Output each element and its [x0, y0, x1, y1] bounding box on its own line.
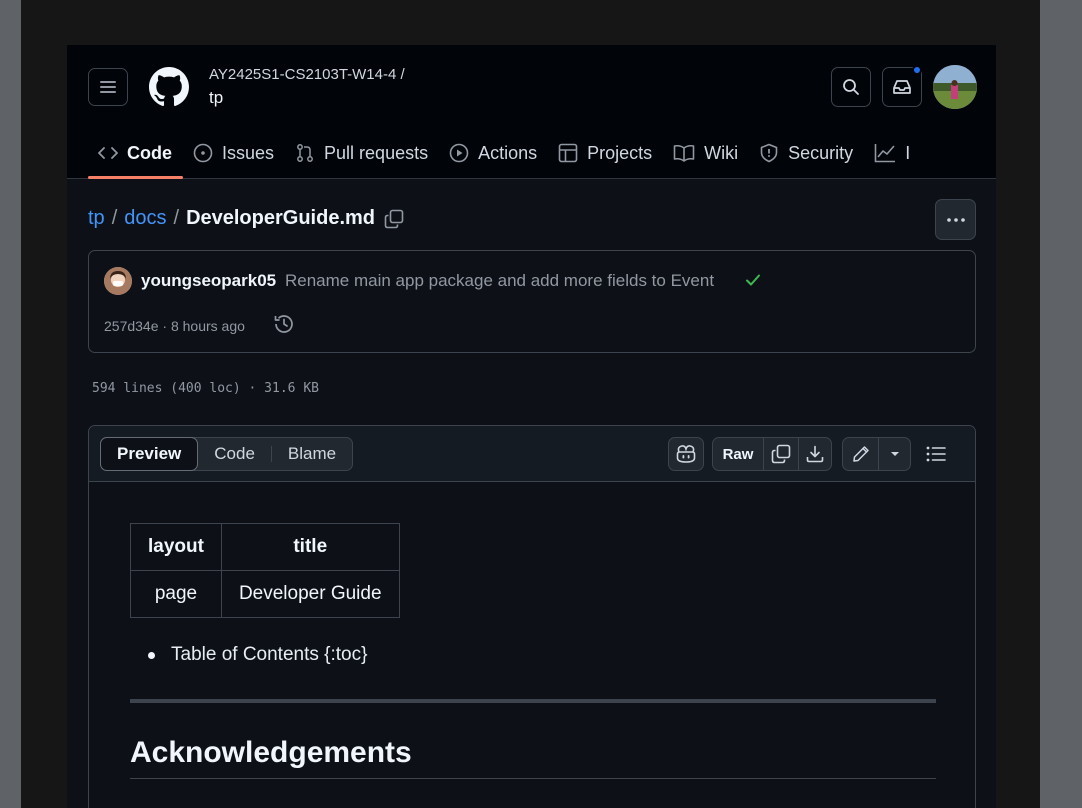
tab-projects-label: Projects: [587, 142, 653, 163]
preview-mode-button[interactable]: Preview: [100, 436, 199, 471]
table-icon: [558, 143, 578, 163]
copy-raw-button[interactable]: [763, 438, 798, 470]
copilot-icon: [676, 445, 696, 463]
front-matter-table: layout title page Developer Guide: [130, 523, 400, 618]
table-header-cell: layout: [130, 523, 222, 571]
left-edge: [0, 0, 21, 808]
copy-icon: [771, 444, 791, 464]
pull-request-icon: [297, 144, 313, 162]
raw-copy-download-group: Raw: [712, 437, 832, 471]
inbox-icon: [893, 80, 911, 94]
edit-dropdown-button[interactable]: [878, 438, 910, 470]
table-cell: page: [130, 570, 222, 618]
copy-path-icon[interactable]: [384, 209, 404, 229]
tab-insights[interactable]: I: [864, 127, 921, 179]
shield-icon: [760, 143, 778, 163]
file-toolbar: Preview Code Blame Raw: [89, 426, 975, 482]
breadcrumb-filename: DeveloperGuide.md: [186, 207, 375, 229]
breadcrumb-folder-link[interactable]: docs: [124, 207, 166, 230]
download-button[interactable]: [798, 438, 831, 470]
play-icon: [449, 143, 469, 163]
tab-insights-label: I: [905, 142, 911, 163]
tab-code[interactable]: Code: [88, 127, 183, 179]
pencil-icon: [852, 446, 869, 462]
markdown-body: layout title page Developer Guide Table …: [130, 523, 936, 779]
copilot-cell: [669, 438, 703, 470]
search-icon: [843, 79, 859, 95]
table-cell: Developer Guide: [220, 570, 400, 618]
author-photo-icon: [104, 267, 132, 295]
repo-owner-link[interactable]: AY2425S1-CS2103T-W14-4 /: [209, 66, 405, 83]
raw-button[interactable]: Raw: [713, 438, 763, 470]
outline-button[interactable]: [925, 444, 947, 469]
breadcrumb-repo-link[interactable]: tp: [88, 207, 105, 230]
toc-item-text: Table of Contents {:toc}: [171, 644, 368, 665]
tab-projects[interactable]: Projects: [548, 127, 663, 179]
latest-commit-box: youngseopark05 Rename main app package a…: [88, 250, 976, 353]
tab-pull-requests-label: Pull requests: [324, 142, 429, 163]
commit-sha-and-time[interactable]: 257d34e · 8 hours ago: [104, 318, 245, 334]
tab-issues[interactable]: Issues: [183, 127, 285, 179]
code-mode-button[interactable]: Code: [198, 437, 271, 471]
github-logo-icon[interactable]: [149, 67, 189, 107]
list-unordered-icon: [926, 446, 946, 462]
blame-mode-button[interactable]: Blame: [272, 437, 352, 471]
triangle-down-icon: [890, 452, 899, 456]
edit-group: [842, 437, 911, 471]
list-item: Table of Contents {:toc}: [148, 644, 936, 666]
commit-author-link[interactable]: youngseopark05: [141, 271, 276, 291]
tab-wiki[interactable]: Wiki: [663, 127, 749, 179]
tab-code-label: Code: [127, 142, 172, 163]
repo-nav-tabs: Code Issues Pull requests Actions Projec…: [88, 127, 921, 179]
view-mode-segmented-control: Preview Code Blame: [100, 436, 354, 471]
commit-message-link[interactable]: Rename main app package and add more fie…: [285, 271, 714, 291]
tab-actions[interactable]: Actions: [439, 127, 548, 179]
bullet: [148, 651, 155, 659]
code-icon: [98, 147, 118, 159]
notification-dot: [912, 65, 922, 75]
graph-icon: [874, 144, 896, 163]
breadcrumb-separator: /: [173, 207, 180, 229]
hamburger-icon: [100, 81, 116, 93]
inbox-button[interactable]: [882, 65, 922, 107]
check-icon[interactable]: [744, 271, 762, 289]
book-icon: [673, 144, 695, 162]
file-viewer: Preview Code Blame Raw layout title page…: [88, 425, 976, 808]
browser-frame: AY2425S1-CS2103T-W14-4 / tp Code Issues …: [21, 0, 1040, 808]
edit-file-button[interactable]: [843, 438, 878, 470]
file-info: 594 lines (400 loc) · 31.6 KB: [92, 381, 319, 396]
section-heading: Acknowledgements: [130, 736, 936, 779]
breadcrumb-separator: /: [111, 207, 118, 229]
repo-header: AY2425S1-CS2103T-W14-4 / tp Code Issues …: [67, 45, 996, 179]
menu-button[interactable]: [88, 68, 128, 106]
user-avatar[interactable]: [933, 65, 977, 109]
tab-security-label: Security: [788, 142, 854, 163]
tab-security[interactable]: Security: [749, 127, 864, 179]
table-row: page Developer Guide: [130, 570, 400, 618]
avatar-photo-icon: [933, 65, 977, 109]
tab-issues-label: Issues: [222, 142, 275, 163]
table-header-cell: title: [220, 523, 400, 571]
commit-author-avatar[interactable]: [104, 267, 132, 295]
copilot-button[interactable]: [668, 437, 704, 471]
download-icon: [806, 445, 824, 463]
horizontal-rule: [130, 699, 936, 703]
right-edge: [1040, 0, 1082, 808]
history-icon[interactable]: [273, 313, 295, 335]
repo-name-link[interactable]: tp: [209, 88, 223, 108]
issue-icon: [193, 143, 213, 163]
table-header-row: layout title: [130, 523, 400, 571]
search-button[interactable]: [831, 67, 871, 107]
tab-actions-label: Actions: [478, 142, 538, 163]
breadcrumb: tp / docs / DeveloperGuide.md: [88, 207, 404, 230]
kebab-horizontal-icon: [946, 217, 965, 222]
github-page: AY2425S1-CS2103T-W14-4 / tp Code Issues …: [67, 45, 996, 808]
tab-wiki-label: Wiki: [704, 142, 739, 163]
tab-pull-requests[interactable]: Pull requests: [285, 127, 439, 179]
more-options-button[interactable]: [935, 199, 976, 240]
